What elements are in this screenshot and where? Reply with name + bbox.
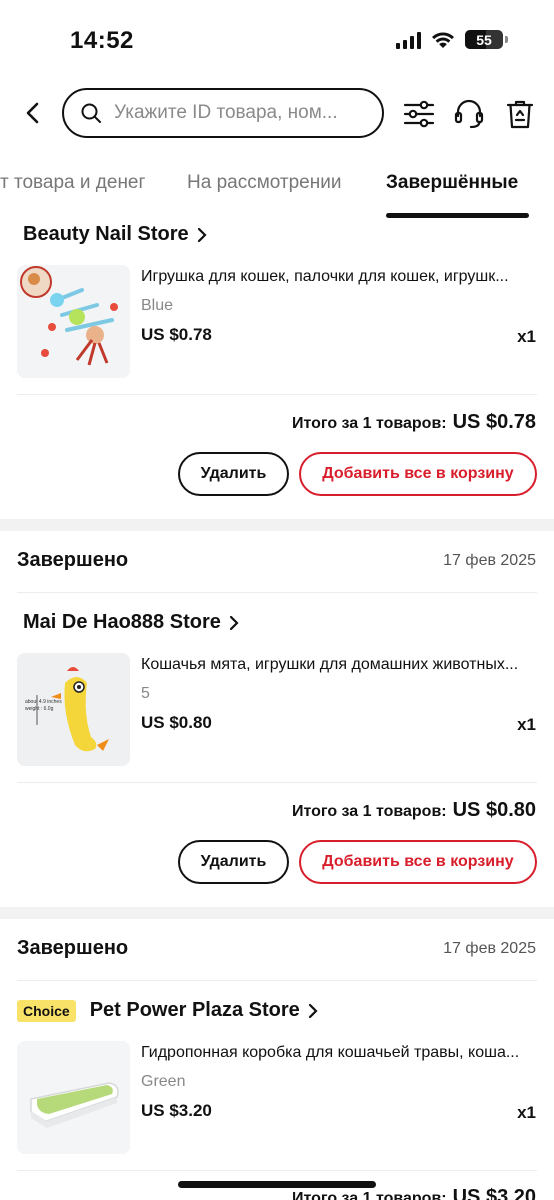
store-link[interactable]: Mai De Hao888 Store xyxy=(23,611,239,634)
store-name: Mai De Hao888 Store xyxy=(23,611,221,633)
order-total: Итого за 1 товаров: US $0.80 xyxy=(292,799,536,822)
tab-under-review[interactable]: На рассмотрении xyxy=(187,172,341,194)
divider xyxy=(17,1170,537,1171)
home-indicator[interactable] xyxy=(178,1181,376,1188)
chevron-right-icon xyxy=(229,615,239,630)
product-image[interactable] xyxy=(17,265,130,378)
battery-icon: 55 xyxy=(465,30,503,49)
tab-refunds[interactable]: т товара и денег xyxy=(0,172,145,194)
back-arrow-icon[interactable] xyxy=(20,100,46,126)
search-icon xyxy=(81,103,101,123)
divider xyxy=(17,592,537,593)
chevron-right-icon xyxy=(197,227,207,242)
product-name[interactable]: Игрушка для кошек, палочки для кошек, иг… xyxy=(141,268,537,286)
product-name[interactable]: Гидропонная коробка для кошачьей травы, … xyxy=(141,1044,537,1062)
product-variant: 5 xyxy=(141,685,150,702)
store-name: Pet Power Plaza Store xyxy=(89,999,300,1021)
product-quantity: x1 xyxy=(517,715,536,734)
total-label: Итого за 1 товаров: xyxy=(291,1190,447,1200)
total-label: Итого за 1 товаров: xyxy=(291,803,447,820)
active-tab-indicator xyxy=(386,213,529,218)
product-image[interactable] xyxy=(17,1041,130,1154)
svg-text:weight : 6.0g: weight : 6.0g xyxy=(25,706,54,712)
delete-button[interactable]: Удалить xyxy=(178,452,289,496)
status-bar: 14:52 55 xyxy=(0,0,554,80)
order-date: 17 фев 2025 xyxy=(443,552,536,569)
cat-grass-box-image xyxy=(17,1041,130,1154)
svg-text:about 4.9 inches: about 4.9 inches xyxy=(25,699,62,705)
trash-icon[interactable] xyxy=(504,98,536,130)
support-headset-icon[interactable] xyxy=(453,98,485,130)
add-all-to-cart-button[interactable]: Добавить все в корзину xyxy=(299,452,537,496)
order-total: Итого за 1 товаров: US $3.20 xyxy=(292,1186,536,1200)
product-price: US $3.20 xyxy=(141,1101,212,1120)
order-status: Завершено xyxy=(17,937,129,959)
product-price: US $0.78 xyxy=(141,325,212,344)
header: Укажите ID товара, ном... xyxy=(0,88,554,140)
product-variant: Blue xyxy=(141,297,174,314)
cat-stick-toy-image xyxy=(17,265,130,378)
search-input[interactable]: Укажите ID товара, ном... xyxy=(62,88,384,138)
status-icons: 55 xyxy=(396,30,508,49)
divider xyxy=(17,782,537,783)
tab-completed[interactable]: Завершённые xyxy=(386,172,518,194)
product-image[interactable]: about 4.9 inches weight : 6.0g xyxy=(17,653,130,766)
section-separator xyxy=(0,907,554,919)
order-date: 17 фев 2025 xyxy=(443,940,536,957)
total-label: Итого за 1 товаров: xyxy=(291,415,447,432)
divider xyxy=(17,394,537,395)
order-tabs: т товара и денег На рассмотрении Завершё… xyxy=(0,162,554,222)
total-value: US $0.78 xyxy=(452,411,536,433)
choice-badge: Choice xyxy=(17,999,76,1022)
store-name: Beauty Nail Store xyxy=(23,223,189,245)
delete-button[interactable]: Удалить xyxy=(178,840,289,884)
search-placeholder: Укажите ID товара, ном... xyxy=(114,102,338,123)
product-quantity: x1 xyxy=(517,1103,536,1122)
add-all-to-cart-button[interactable]: Добавить все в корзину xyxy=(299,840,537,884)
cellular-signal-icon xyxy=(396,31,421,49)
product-quantity: x1 xyxy=(517,327,536,346)
chevron-right-icon xyxy=(308,1003,318,1018)
status-time: 14:52 xyxy=(70,27,134,54)
product-name[interactable]: Кошачья мята, игрушки для домашних живот… xyxy=(141,656,537,674)
order-status: Завершено xyxy=(17,549,129,571)
total-value: US $0.80 xyxy=(452,799,536,821)
section-separator xyxy=(0,519,554,531)
product-price: US $0.80 xyxy=(141,713,212,732)
filter-icon[interactable] xyxy=(403,98,435,130)
battery-tip xyxy=(505,36,508,43)
divider xyxy=(17,980,537,981)
wifi-icon xyxy=(432,31,454,48)
product-variant: Green xyxy=(141,1073,186,1090)
store-link[interactable]: Choice Pet Power Plaza Store xyxy=(17,999,318,1022)
order-total: Итого за 1 товаров: US $0.78 xyxy=(292,411,536,434)
battery-level: 55 xyxy=(476,31,492,48)
store-link[interactable]: Beauty Nail Store xyxy=(23,223,207,246)
total-value: US $3.20 xyxy=(452,1186,536,1200)
chicken-plush-toy-image: about 4.9 inches weight : 6.0g xyxy=(17,653,130,766)
